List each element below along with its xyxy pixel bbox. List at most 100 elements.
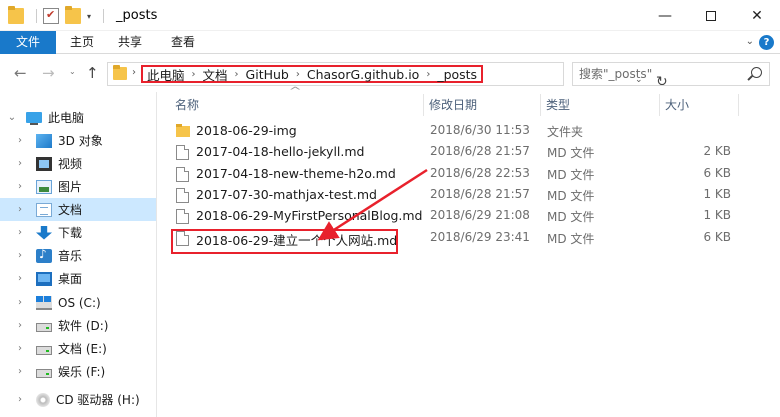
search-icon[interactable]: [751, 67, 762, 78]
sidebar-item-drive-h[interactable]: › CD 驱动器 (H:): [0, 388, 156, 411]
list-item[interactable]: 2017-04-18-new-theme-h2o.md 2018/6/28 22…: [171, 164, 771, 185]
sidebar-item-label: 桌面: [58, 272, 83, 286]
file-name: 2018-06-29-img: [196, 123, 297, 138]
sidebar-item-label: 下载: [58, 226, 83, 240]
up-button[interactable]: ↑: [86, 64, 99, 82]
chevron-right-icon[interactable]: ›: [14, 343, 26, 354]
breadcrumb-posts[interactable]: _posts: [437, 67, 477, 82]
sidebar-item-drive-f[interactable]: › 娱乐 (F:): [0, 360, 156, 383]
search-box[interactable]: [572, 62, 770, 86]
close-button[interactable]: ✕: [734, 0, 780, 31]
toolbar-divider: [36, 9, 37, 23]
back-button[interactable]: ←: [14, 64, 27, 82]
file-size: 6 KB: [703, 166, 731, 180]
tab-share[interactable]: 共享: [108, 31, 152, 54]
breadcrumb-this-pc[interactable]: 此电脑: [147, 65, 185, 84]
list-item[interactable]: 2018-06-29-MyFirstPersonalBlog.md 2018/6…: [171, 206, 771, 227]
3d-objects-icon: [36, 133, 52, 148]
folder-icon[interactable]: [8, 6, 24, 24]
sidebar-item-this-pc[interactable]: ⌄ 此电脑: [0, 106, 156, 129]
tab-home[interactable]: 主页: [60, 31, 104, 54]
sidebar-item-3d-objects[interactable]: › 3D 对象: [0, 129, 156, 152]
breadcrumb-github[interactable]: GitHub: [246, 67, 289, 82]
help-icon[interactable]: ?: [759, 35, 774, 50]
properties-icon[interactable]: [43, 8, 59, 24]
breadcrumb-repo[interactable]: ChasorG.github.io: [307, 67, 419, 82]
file-type: MD 文件: [547, 232, 595, 246]
toolbar-divider: [103, 9, 105, 23]
chevron-right-icon[interactable]: ›: [14, 135, 26, 146]
sidebar-item-drive-d[interactable]: › 软件 (D:): [0, 314, 156, 337]
address-bar[interactable]: › 此电脑 › 文档 › GitHub › ChasorG.github.io …: [107, 62, 668, 90]
file-icon: [176, 209, 189, 224]
breadcrumb-separator[interactable]: ›: [132, 67, 136, 78]
sidebar-item-drive-c[interactable]: › OS (C:): [0, 291, 156, 314]
sidebar-item-label: CD 驱动器 (H:): [56, 393, 140, 407]
chevron-right-icon[interactable]: ›: [14, 366, 26, 377]
column-divider[interactable]: [659, 94, 660, 116]
chevron-right-icon[interactable]: ›: [14, 250, 26, 261]
breadcrumb-documents[interactable]: 文档: [203, 65, 228, 84]
column-header-type[interactable]: 类型: [546, 94, 570, 116]
expand-ribbon-icon[interactable]: ⌄: [746, 36, 754, 47]
os-drive-icon: [36, 295, 52, 310]
breadcrumb-separator[interactable]: ›: [235, 69, 239, 80]
column-header-size[interactable]: 大小: [665, 94, 689, 116]
chevron-right-icon[interactable]: ›: [14, 394, 26, 405]
sidebar-item-label: 此电脑: [48, 111, 85, 125]
column-divider[interactable]: [423, 94, 424, 116]
breadcrumb-separator[interactable]: ›: [192, 69, 196, 80]
list-item[interactable]: 2018-06-29-img 2018/6/30 11:53 文件夹: [171, 121, 771, 142]
chevron-right-icon[interactable]: ›: [14, 297, 26, 308]
column-divider[interactable]: [540, 94, 541, 116]
search-input[interactable]: [573, 63, 743, 85]
sidebar-item-videos[interactable]: › 视频: [0, 152, 156, 175]
file-date: 2018/6/30 11:53: [430, 123, 530, 137]
video-icon: [36, 156, 52, 171]
column-header-name[interactable]: 名称: [175, 94, 199, 116]
cd-drive-icon: [36, 392, 50, 407]
pictures-icon: [36, 179, 52, 194]
tab-file[interactable]: 文件: [0, 31, 56, 54]
minimize-button[interactable]: —: [642, 0, 688, 31]
file-name: 2017-04-18-new-theme-h2o.md: [196, 166, 396, 181]
sidebar-item-music[interactable]: › 音乐: [0, 244, 156, 267]
sidebar-item-pictures[interactable]: › 图片: [0, 175, 156, 198]
chevron-right-icon[interactable]: ›: [14, 227, 26, 238]
chevron-right-icon[interactable]: ›: [14, 181, 26, 192]
sidebar-item-drive-e[interactable]: › 文档 (E:): [0, 337, 156, 360]
chevron-right-icon[interactable]: ›: [14, 158, 26, 169]
file-icon: [176, 145, 189, 160]
sidebar-item-desktop[interactable]: › 桌面: [0, 267, 156, 290]
file-name: 2018-06-29-MyFirstPersonalBlog.md: [196, 208, 423, 223]
sidebar-item-downloads[interactable]: › 下载: [0, 221, 156, 244]
file-type: MD 文件: [547, 168, 595, 182]
recent-locations-icon[interactable]: ⌄: [69, 67, 76, 76]
sidebar-item-label: 软件 (D:): [58, 319, 109, 333]
list-item[interactable]: 2017-07-30-mathjax-test.md 2018/6/28 21:…: [171, 185, 771, 206]
column-divider[interactable]: [738, 94, 739, 116]
file-date: 2018/6/29 23:41: [430, 230, 530, 244]
customize-toolbar-icon[interactable]: ▾: [87, 12, 91, 21]
breadcrumb-separator[interactable]: ›: [296, 69, 300, 80]
breadcrumb-separator[interactable]: ›: [426, 69, 430, 80]
chevron-right-icon[interactable]: ›: [14, 204, 26, 215]
list-item[interactable]: 2017-04-18-hello-jekyll.md 2018/6/28 21:…: [171, 142, 771, 163]
new-folder-icon[interactable]: [65, 6, 81, 24]
file-list: ^ 名称 修改日期 类型 大小 2018-06-29-img 2018/6/30…: [157, 86, 780, 417]
chevron-right-icon[interactable]: ›: [14, 273, 26, 284]
tab-view[interactable]: 查看: [158, 31, 208, 54]
forward-button[interactable]: →: [42, 64, 55, 82]
navigation-pane: ⌄ 此电脑 › 3D 对象 › 视频 › 图片 › 文档 › 下载 › 音乐 ›…: [0, 92, 156, 417]
desktop-icon: [36, 271, 52, 286]
column-header-date[interactable]: 修改日期: [429, 94, 477, 116]
sidebar-item-documents[interactable]: › 文档: [0, 198, 156, 221]
navigation-bar: ← → ⌄ ↑ › 此电脑 › 文档 › GitHub › ChasorG.gi…: [0, 54, 780, 92]
file-size: 1 KB: [703, 208, 731, 222]
maximize-icon: [706, 10, 716, 21]
sidebar-item-label: 文档 (E:): [58, 342, 107, 356]
maximize-button[interactable]: [688, 0, 734, 31]
chevron-down-icon[interactable]: ⌄: [6, 112, 18, 123]
sidebar-item-label: 3D 对象: [58, 134, 103, 148]
chevron-right-icon[interactable]: ›: [14, 320, 26, 331]
